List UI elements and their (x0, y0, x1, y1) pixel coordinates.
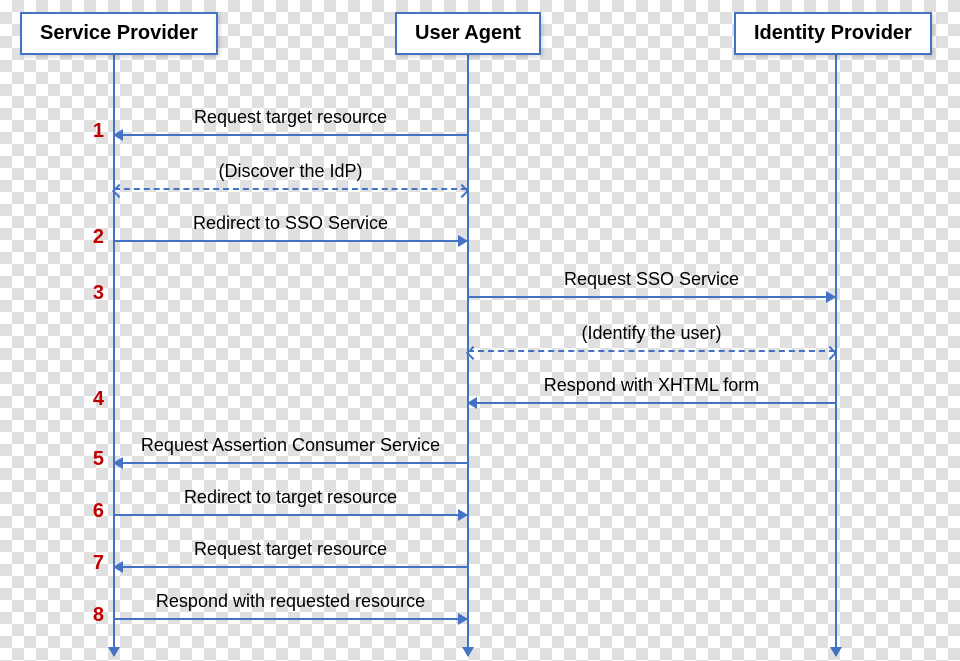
msg-label: Request Assertion Consumer Service (114, 435, 467, 456)
actor-service-provider: Service Provider (20, 12, 218, 55)
step-2: 2 (84, 226, 104, 249)
msg-identify-user: (Identify the user) (468, 324, 835, 352)
arrow-right-icon (114, 514, 467, 516)
actor-user-agent: User Agent (395, 12, 541, 55)
msg-request-target-resource-2: Request target resource (114, 540, 467, 568)
step-7: 7 (84, 552, 104, 575)
msg-respond-requested-resource: Respond with requested resource (114, 592, 467, 620)
msg-respond-xhtml-form: Respond with XHTML form (468, 376, 835, 404)
step-4: 4 (84, 388, 104, 411)
actor-ua-label: User Agent (415, 22, 521, 44)
arrow-right-icon (468, 296, 835, 298)
arrow-both-dashed-icon (468, 350, 835, 352)
step-3: 3 (84, 282, 104, 305)
msg-label: Request target resource (114, 539, 467, 560)
step-8: 8 (84, 604, 104, 627)
actor-idp-label: Identity Provider (754, 22, 912, 44)
arrow-right-icon (114, 618, 467, 620)
msg-label: Respond with requested resource (114, 591, 467, 612)
msg-label: (Discover the IdP) (114, 161, 467, 182)
msg-request-sso-service: Request SSO Service (468, 270, 835, 298)
step-5: 5 (84, 448, 104, 471)
arrow-left-icon (114, 462, 467, 464)
msg-label: Request SSO Service (468, 269, 835, 290)
arrow-left-icon (468, 402, 835, 404)
arrow-both-dashed-icon (114, 188, 467, 190)
msg-label: Respond with XHTML form (468, 375, 835, 396)
actor-sp-label: Service Provider (40, 22, 198, 44)
msg-request-acs: Request Assertion Consumer Service (114, 436, 467, 464)
step-1: 1 (84, 120, 104, 143)
msg-discover-idp: (Discover the IdP) (114, 162, 467, 190)
step-6: 6 (84, 500, 104, 523)
actor-identity-provider: Identity Provider (734, 12, 932, 55)
msg-label: Request target resource (114, 107, 467, 128)
msg-redirect-target: Redirect to target resource (114, 488, 467, 516)
arrow-left-icon (114, 566, 467, 568)
arrow-right-icon (114, 240, 467, 242)
msg-request-target-resource-1: Request target resource (114, 108, 467, 136)
msg-label: Redirect to target resource (114, 487, 467, 508)
msg-label: Redirect to SSO Service (114, 213, 467, 234)
msg-redirect-sso: Redirect to SSO Service (114, 214, 467, 242)
sequence-diagram: Service Provider User Agent Identity Pro… (0, 0, 960, 661)
arrow-left-icon (114, 134, 467, 136)
msg-label: (Identify the user) (468, 323, 835, 344)
